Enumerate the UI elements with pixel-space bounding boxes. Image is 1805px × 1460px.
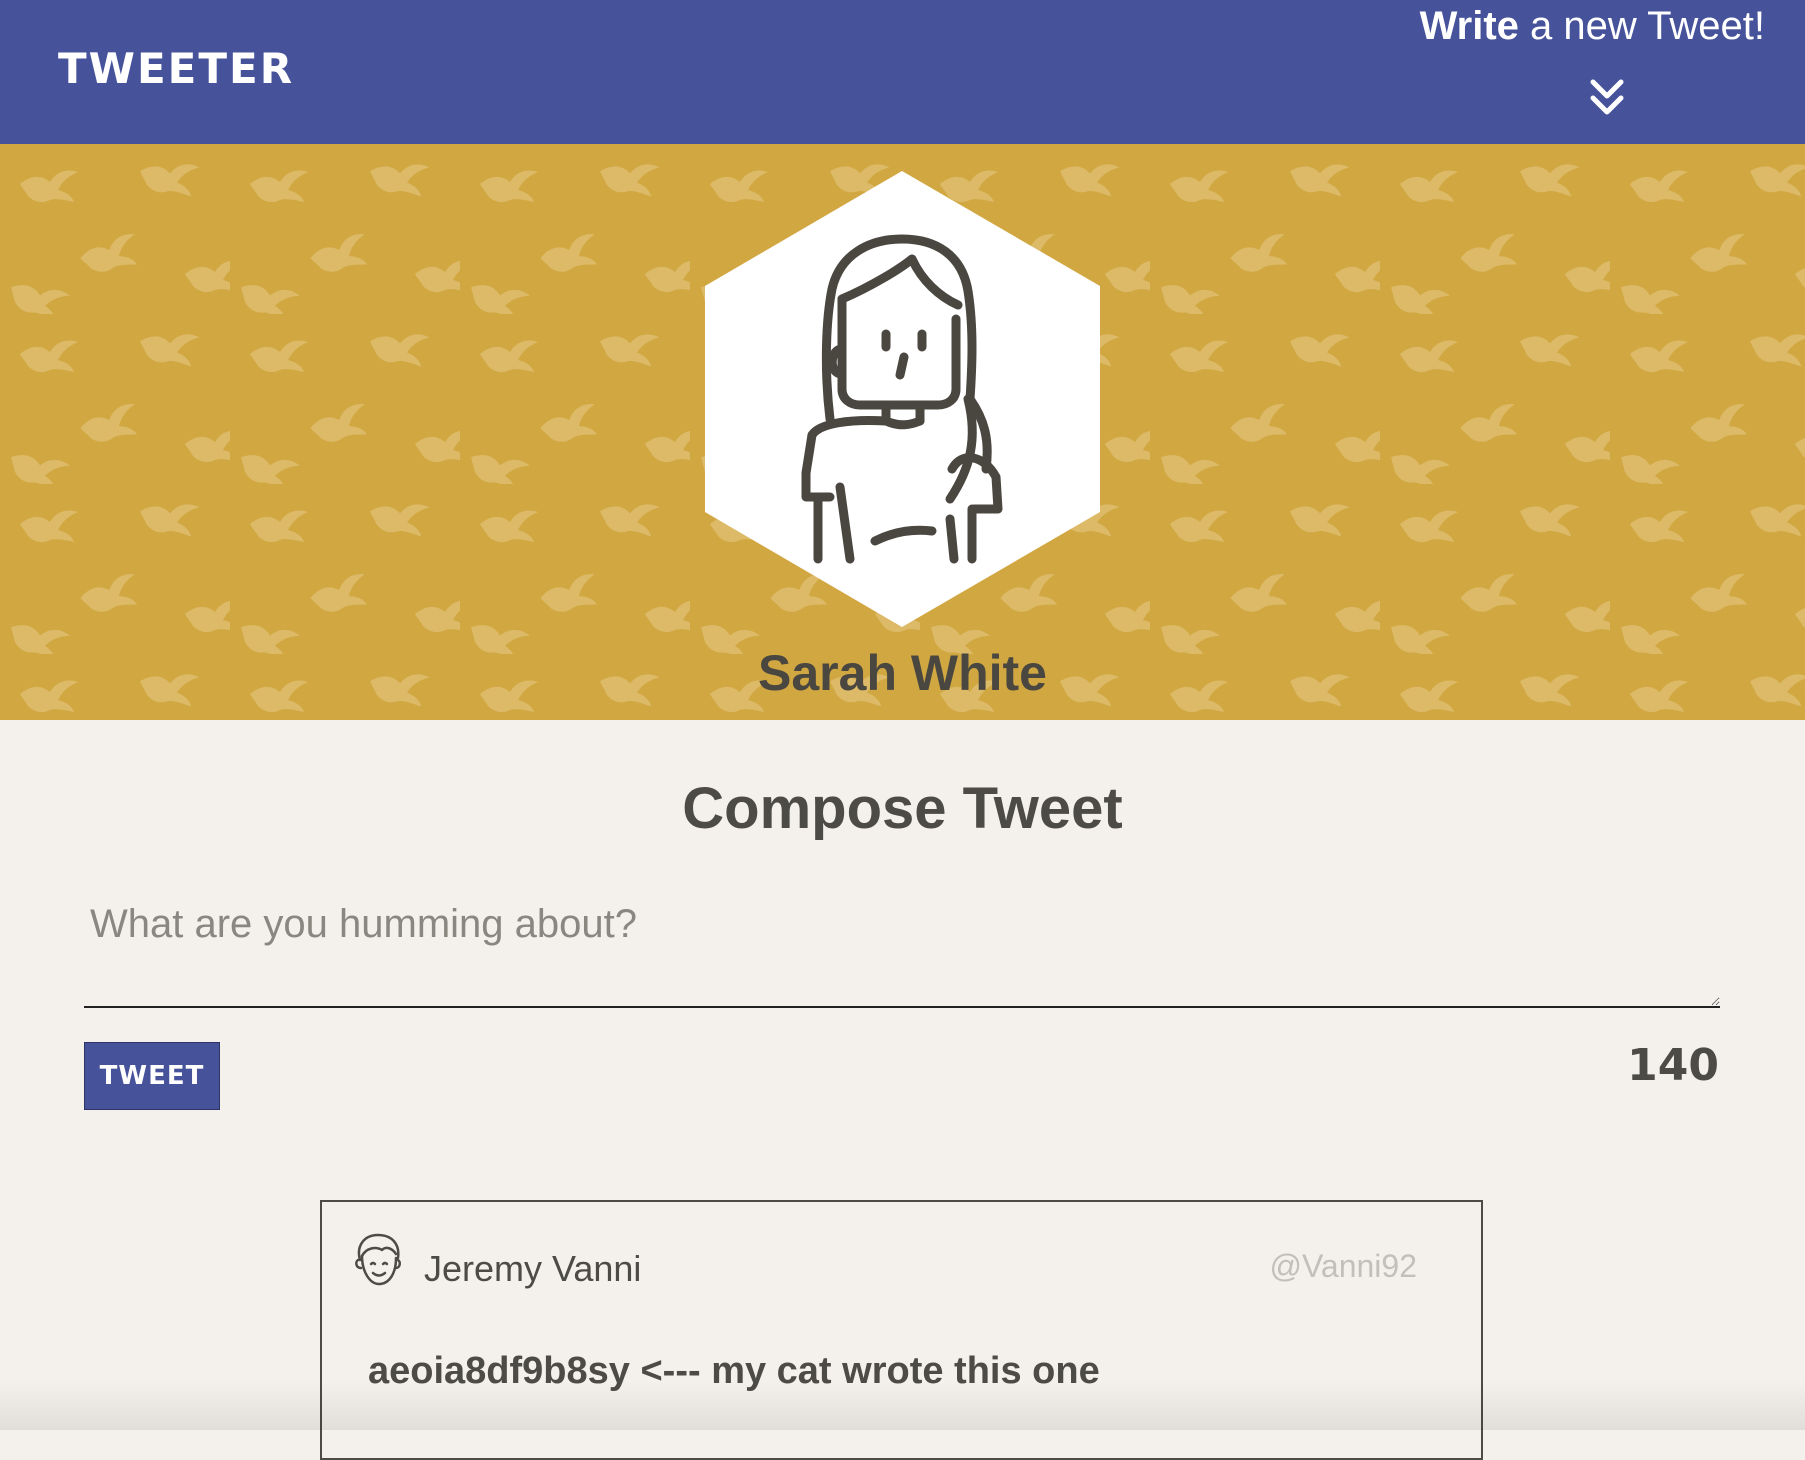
man-avatar-icon [355, 1233, 401, 1286]
profile-header: Sarah White [0, 144, 1805, 720]
profile-avatar [705, 171, 1100, 627]
tweet-author-handle: @Vanni92 [1269, 1248, 1417, 1284]
tweet-author-name: Jeremy Vanni [424, 1248, 642, 1289]
tweet-content: aeoia8df9b8sy <--- my cat wrote this one [368, 1350, 1100, 1392]
double-chevron-down-icon[interactable] [1587, 76, 1627, 120]
tweet-card: Jeremy Vanni @Vanni92 aeoia8df9b8sy <---… [320, 1200, 1483, 1460]
profile-name: Sarah White [758, 645, 1047, 701]
write-new-tweet-label: Write a new Tweet! [1419, 4, 1765, 48]
tweet-button[interactable]: TWEET [84, 1042, 220, 1110]
tweet-textarea[interactable] [84, 890, 1720, 1008]
character-counter: 140 [1627, 1040, 1719, 1091]
compose-title: Compose Tweet [682, 776, 1123, 841]
brand-logo[interactable]: TWEETER [58, 44, 294, 93]
write-new-tweet-toggle[interactable]: Write a new Tweet! [1345, 4, 1765, 124]
top-nav: TWEETER Write a new Tweet! [0, 0, 1805, 144]
